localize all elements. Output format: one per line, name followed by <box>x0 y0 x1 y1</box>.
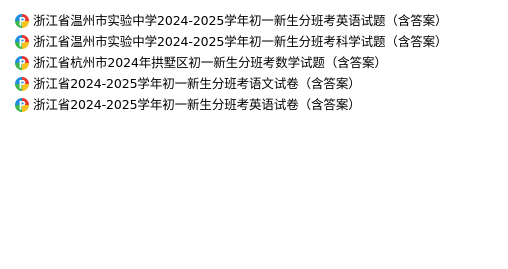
file-name: 浙江省温州市实验中学2024-2025学年初一新生分班考科学试题（含答案） <box>33 33 448 49</box>
file-name: 浙江省杭州市2024年拱墅区初一新生分班考数学试题（含答案） <box>33 54 387 70</box>
file-type-icon <box>14 97 30 113</box>
file-name: 浙江省2024-2025学年初一新生分班考语文试卷（含答案） <box>33 75 361 91</box>
file-item[interactable]: 浙江省温州市实验中学2024-2025学年初一新生分班考英语试题（含答案） <box>14 10 448 31</box>
file-item[interactable]: 浙江省2024-2025学年初一新生分班考英语试卷（含答案） <box>14 94 447 115</box>
file-name: 浙江省温州市实验中学2024-2025学年初一新生分班考英语试题（含答案） <box>33 12 448 28</box>
file-item[interactable]: 浙江省2024-2025学年初一新生分班考语文试卷（含答案） <box>14 73 447 94</box>
file-type-icon <box>14 34 30 50</box>
file-item[interactable]: 浙江省温州市实验中学2024-2025学年初一新生分班考科学试题（含答案） <box>14 31 448 52</box>
file-type-icon <box>14 13 30 29</box>
file-list: 浙江省温州市实验中学2024-2025学年初一新生分班考英语试题（含答案） 浙江… <box>14 10 448 115</box>
file-item[interactable]: 浙江省杭州市2024年拱墅区初一新生分班考数学试题（含答案） <box>14 52 447 73</box>
file-name: 浙江省2024-2025学年初一新生分班考英语试卷（含答案） <box>33 96 361 112</box>
file-type-icon <box>14 76 30 92</box>
file-type-icon <box>14 55 30 71</box>
